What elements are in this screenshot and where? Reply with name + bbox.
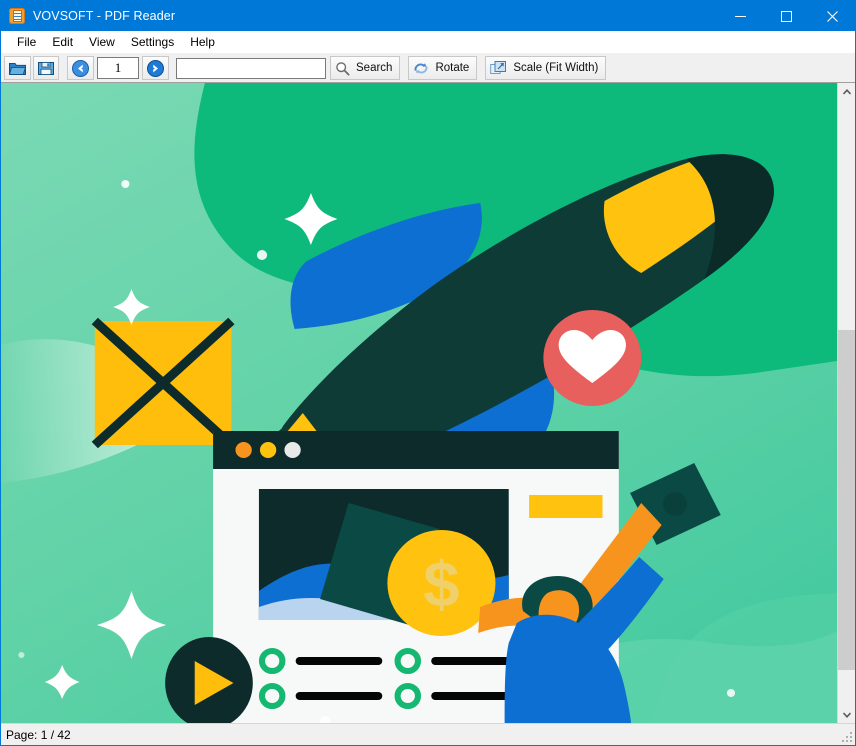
rotate-icon — [414, 62, 428, 74]
dot-1 — [121, 180, 130, 188]
menu-item-edit[interactable]: Edit — [44, 32, 81, 53]
menu-item-settings[interactable]: Settings — [123, 32, 182, 53]
scrollbar-track[interactable] — [838, 100, 855, 706]
document-area: $ — [1, 82, 855, 723]
minimize-icon — [734, 15, 746, 17]
minimize-button[interactable] — [717, 1, 763, 31]
title-bar[interactable]: VOVSOFT - PDF Reader — [1, 1, 855, 31]
toolbar-separator-3 — [478, 56, 484, 80]
search-input[interactable] — [176, 57, 326, 79]
browser-dot-grey — [284, 442, 301, 458]
arrow-right-circle-icon — [147, 59, 164, 77]
app-icon — [9, 8, 25, 24]
arrow-left-circle-icon — [72, 59, 89, 77]
bullet-line-1 — [295, 657, 383, 665]
page-illustration: $ — [1, 83, 837, 723]
scroll-down-button[interactable] — [838, 706, 855, 723]
menu-item-view[interactable]: View — [81, 32, 123, 53]
chevron-down-icon — [842, 711, 851, 718]
previous-page-button[interactable] — [67, 56, 94, 80]
menu-bar: File Edit View Settings Help — [1, 31, 855, 53]
search-button-label: Search — [356, 62, 393, 74]
dot-2 — [256, 250, 268, 260]
scale-button[interactable]: Scale (Fit Width) — [485, 56, 607, 80]
page-status-label: Page: 1 / 42 — [6, 727, 71, 742]
dot-5 — [18, 652, 25, 658]
pdf-page-canvas[interactable]: $ — [1, 83, 837, 723]
magnifier-icon — [336, 61, 350, 75]
open-button[interactable] — [4, 56, 31, 80]
maximize-icon — [780, 10, 792, 22]
scale-fit-width-icon — [490, 61, 507, 74]
close-icon — [826, 10, 838, 22]
save-disk-icon — [38, 61, 54, 75]
menu-item-file[interactable]: File — [9, 32, 44, 53]
open-folder-icon — [9, 62, 26, 75]
heart-badge — [543, 310, 642, 406]
rotate-button[interactable]: Rotate — [408, 56, 478, 80]
vertical-scrollbar[interactable] — [837, 83, 855, 723]
resize-grip-icon[interactable] — [841, 731, 853, 743]
search-button[interactable]: Search — [330, 56, 401, 80]
chevron-up-icon — [842, 88, 851, 95]
save-button[interactable] — [33, 56, 59, 80]
bullet-line-3 — [295, 692, 383, 700]
yellow-x-square — [91, 317, 235, 449]
close-button[interactable] — [809, 1, 855, 31]
toolbar-separator-2 — [401, 56, 407, 80]
toolbar-separator-1 — [60, 56, 66, 80]
page-number-input[interactable] — [97, 57, 139, 79]
browser-dot-yellow — [259, 442, 277, 458]
banknote-seal — [662, 492, 688, 516]
rotate-button-label: Rotate — [435, 62, 470, 74]
browser-dot-orange — [235, 442, 252, 458]
window-title: VOVSOFT - PDF Reader — [33, 9, 176, 23]
bullet-line-2 — [431, 657, 518, 665]
dollar-sign-icon: $ — [423, 549, 459, 620]
scale-button-label: Scale (Fit Width) — [513, 62, 599, 74]
maximize-button[interactable] — [763, 1, 809, 31]
dot-3 — [726, 689, 736, 697]
scrollbar-thumb[interactable] — [838, 330, 855, 670]
toolbar: Search Rotate Scale (Fit Width) — [1, 53, 855, 82]
status-bar: Page: 1 / 42 — [1, 723, 855, 745]
next-page-button[interactable] — [142, 56, 169, 80]
scroll-up-button[interactable] — [838, 83, 855, 100]
app-window: VOVSOFT - PDF Reader File Edit View Sett… — [0, 0, 856, 746]
menu-item-help[interactable]: Help — [182, 32, 223, 53]
yellow-accent-bar — [529, 495, 603, 518]
